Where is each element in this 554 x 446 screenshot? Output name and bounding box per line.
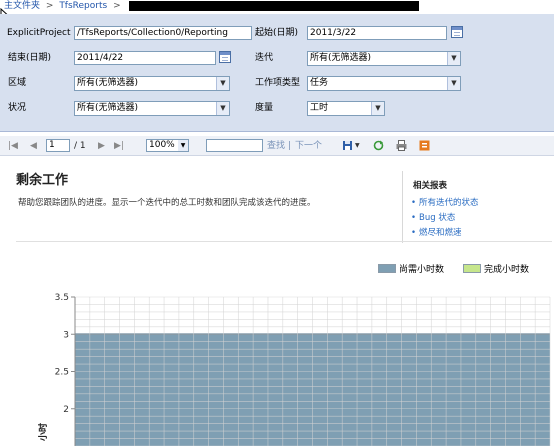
end-date-input[interactable]: 2011/4/22 — [74, 51, 216, 65]
find-separator: | — [288, 141, 292, 151]
area-select[interactable]: 所有(无筛选器) ▼ — [74, 76, 230, 91]
start-date-input[interactable]: 2011/3/22 — [307, 26, 447, 40]
prev-page-icon[interactable]: ◀ — [30, 139, 37, 153]
y-tick-label: 2.5 — [55, 368, 69, 378]
print-icon[interactable] — [396, 140, 407, 151]
state-select[interactable]: 所有(无筛选器) ▼ — [74, 101, 230, 116]
report-area: 剩余工作 帮助您跟踪团队的进度。显示一个迭代中的总工时数和团队完成该迭代的进度。… — [0, 157, 554, 446]
next-page-icon[interactable]: ▶ — [98, 139, 105, 153]
measure-label: 度量 — [255, 103, 274, 113]
refresh-icon[interactable] — [373, 140, 384, 151]
work-item-type-select[interactable]: 任务 ▼ — [307, 76, 461, 91]
y-tick-label: 3.5 — [55, 293, 69, 303]
end-date-calendar-icon[interactable] — [219, 51, 231, 63]
redacted-breadcrumb — [128, 0, 419, 11]
start-date-label: 起始(日期) — [255, 28, 299, 38]
y-tick-label: 2 — [63, 405, 69, 415]
chevron-down-icon[interactable]: ▼ — [447, 52, 460, 65]
breadcrumb: 主文件夹 > TfsReports > — [0, 0, 554, 13]
page-total: / 1 — [74, 141, 86, 151]
chevron-down-icon[interactable]: ▼ — [216, 102, 229, 115]
breadcrumb-separator: > — [45, 1, 54, 11]
explicit-project-label: ExplicitProject — [7, 28, 71, 38]
area-select-value: 所有(无筛选器) — [77, 78, 139, 88]
y-axis-title: 小时 — [37, 423, 49, 442]
chevron-down-icon[interactable]: ▼ — [447, 77, 460, 90]
find-input[interactable] — [206, 139, 263, 152]
report-toolbar: |◀ ◀ 1 / 1 ▶ ▶| 100% ▼ 查找 | 下一个 ▼ — [0, 136, 554, 156]
page-number-input[interactable]: 1 — [46, 139, 70, 152]
zoom-value: 100% — [149, 140, 175, 150]
breadcrumb-separator: > — [113, 1, 121, 11]
parameter-panel: ExplicitProject /TfsReports/Collection0/… — [0, 14, 554, 132]
data-feed-icon[interactable] — [419, 140, 430, 151]
state-select-value: 所有(无筛选器) — [77, 103, 139, 113]
measure-select-value: 工时 — [310, 103, 329, 113]
find-next-link[interactable]: 下一个 — [295, 139, 322, 153]
y-tick-label: 3 — [63, 330, 69, 340]
explicit-project-input[interactable]: /TfsReports/Collection0/Reporting — [74, 26, 252, 40]
iteration-label: 迭代 — [255, 53, 274, 63]
area-label: 区域 — [8, 78, 27, 88]
measure-select[interactable]: 工时 ▼ — [307, 101, 385, 116]
zoom-select[interactable]: 100% ▼ — [146, 139, 189, 152]
first-page-icon[interactable]: |◀ — [8, 139, 18, 153]
end-date-label: 结束(日期) — [8, 53, 52, 63]
chevron-down-icon[interactable]: ▼ — [178, 140, 188, 151]
find-link[interactable]: 查找 — [267, 139, 285, 153]
start-date-calendar-icon[interactable] — [451, 26, 463, 38]
iteration-select-value: 所有(无筛选器) — [310, 53, 372, 63]
work-item-type-select-value: 任务 — [310, 78, 329, 88]
last-page-icon[interactable]: ▶| — [114, 139, 124, 153]
export-dropdown-icon[interactable]: ▼ — [355, 139, 360, 153]
state-label: 状况 — [8, 103, 27, 113]
iteration-select[interactable]: 所有(无筛选器) ▼ — [307, 51, 461, 66]
work-item-type-label: 工作项类型 — [255, 78, 301, 88]
chevron-down-icon[interactable]: ▼ — [371, 102, 384, 115]
remaining-work-chart: 3.5 3 2.5 2 小时 — [37, 293, 551, 446]
chevron-down-icon[interactable]: ▼ — [216, 77, 229, 90]
breadcrumb-tfsreports[interactable]: TfsReports — [59, 1, 107, 11]
export-icon[interactable] — [342, 140, 353, 151]
